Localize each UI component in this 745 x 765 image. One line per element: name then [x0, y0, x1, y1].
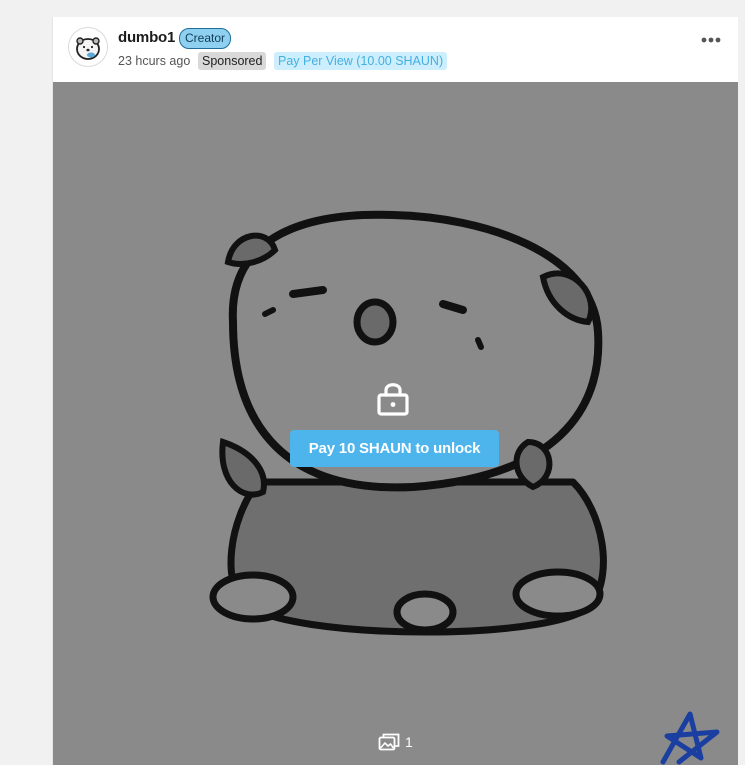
shaun-star-logo — [660, 711, 720, 765]
creator-badge: Creator — [179, 28, 232, 49]
pay-per-view-badge: Pay Per View (10.00 SHAUN) — [274, 52, 448, 70]
more-horizontal-icon — [701, 37, 721, 43]
image-count-value: 1 — [405, 734, 413, 750]
more-options-button[interactable] — [698, 30, 724, 50]
sponsored-badge: Sponsored — [198, 52, 267, 70]
top-bar-strip — [0, 0, 745, 17]
author-avatar[interactable] — [68, 27, 108, 67]
pay-to-unlock-button[interactable]: Pay 10 SHAUN to unlock — [290, 430, 499, 467]
locked-media[interactable]: Pay 10 SHAUN to unlock 1 — [53, 82, 738, 765]
bear-avatar-icon — [69, 28, 107, 66]
lock-icon — [377, 383, 409, 416]
blurred-bear-image — [209, 210, 607, 636]
image-count: 1 — [378, 733, 413, 751]
post-timestamp: 23 hcurs ago — [118, 54, 191, 68]
post-header: dumbo1 Creator 23 hcurs ago Sponsored Pa… — [53, 17, 738, 82]
gallery-icon — [378, 733, 400, 751]
author-username[interactable]: dumbo1 — [118, 29, 175, 46]
post-card: dumbo1 Creator 23 hcurs ago Sponsored Pa… — [52, 17, 738, 765]
